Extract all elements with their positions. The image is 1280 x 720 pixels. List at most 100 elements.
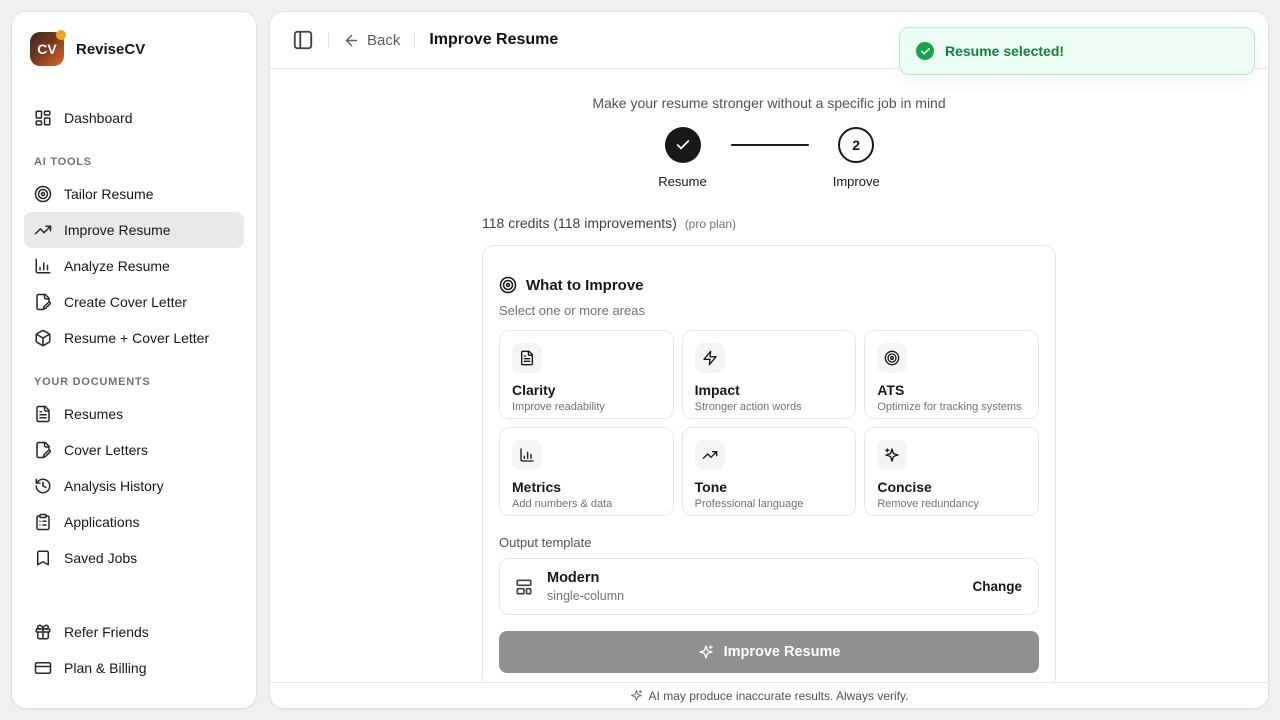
sidebar-item-refer-friends[interactable]: Refer Friends: [24, 614, 244, 650]
change-template-button[interactable]: Change: [972, 579, 1022, 594]
check-icon: [675, 137, 691, 153]
history-icon: [34, 477, 52, 495]
sparkles-icon: [698, 644, 714, 660]
main-content: Make your resume stronger without a spec…: [270, 69, 1268, 708]
sidebar-item-resumes[interactable]: Resumes: [24, 396, 244, 432]
sidebar-item-label: Analyze Resume: [64, 258, 170, 274]
credit-card-icon: [34, 659, 52, 677]
credits-row: 118 credits (118 improvements) (pro plan…: [482, 215, 1056, 231]
brand: CV ReviseCV: [24, 32, 244, 66]
sparkles-icon: [877, 440, 907, 470]
header-divider: [414, 32, 415, 48]
trending-up-icon: [34, 221, 52, 239]
card-title: What to Improve: [526, 277, 644, 294]
sidebar-item-label: Refer Friends: [64, 624, 149, 640]
sidebar-toggle-button[interactable]: [292, 29, 314, 51]
sidebar-item-analysis-history[interactable]: Analysis History: [24, 468, 244, 504]
trending-up-icon: [695, 440, 725, 470]
arrow-left-icon: [343, 32, 360, 49]
improve-options-grid: Clarity Improve readability Impact Stron…: [499, 330, 1039, 516]
section-label-ai-tools: AI TOOLS: [34, 156, 234, 168]
step-improve: 2 Improve: [833, 127, 880, 189]
plan-note: (pro plan): [685, 217, 736, 231]
sidebar-item-label: Plan & Billing: [64, 660, 147, 676]
option-ats[interactable]: ATS Optimize for tracking systems: [864, 330, 1039, 419]
improve-resume-button[interactable]: Improve Resume: [499, 631, 1039, 673]
option-desc: Improve readability: [512, 401, 661, 413]
section-label-your-documents: YOUR DOCUMENTS: [34, 376, 234, 388]
option-desc: Stronger action words: [695, 401, 844, 413]
option-desc: Remove redundancy: [877, 498, 1026, 510]
what-to-improve-card: What to Improve Select one or more areas…: [482, 245, 1056, 690]
sidebar-item-label: Dashboard: [64, 110, 133, 126]
sidebar-item-create-cover-letter[interactable]: Create Cover Letter: [24, 284, 244, 320]
sidebar-item-label: Tailor Resume: [64, 186, 153, 202]
option-title: Tone: [695, 479, 844, 495]
toast-notification: Resume selected!: [899, 27, 1255, 75]
sidebar: CV ReviseCV Dashboard AI TOOLS Tailor Re…: [12, 12, 256, 708]
main-panel: Back Improve Resume Make your resume str…: [270, 12, 1268, 708]
page-title: Improve Resume: [429, 31, 558, 49]
step-resume-circle: [665, 127, 701, 163]
step-resume-label: Resume: [658, 174, 706, 189]
gift-icon: [34, 623, 52, 641]
option-concise[interactable]: Concise Remove redundancy: [864, 427, 1039, 516]
sidebar-item-saved-jobs[interactable]: Saved Jobs: [24, 540, 244, 576]
sidebar-item-cover-letters[interactable]: Cover Letters: [24, 432, 244, 468]
header-divider: [328, 32, 329, 48]
option-desc: Add numbers & data: [512, 498, 661, 510]
template-info: Modern single-column: [547, 570, 624, 603]
ai-disclaimer-text: AI may produce inaccurate results. Alway…: [649, 689, 909, 703]
sidebar-item-applications[interactable]: Applications: [24, 504, 244, 540]
check-circle-icon: [916, 42, 934, 60]
sidebar-item-label: Saved Jobs: [64, 550, 137, 566]
option-metrics[interactable]: Metrics Add numbers & data: [499, 427, 674, 516]
sidebar-item-label: Analysis History: [64, 478, 164, 494]
output-template-label: Output template: [499, 535, 1039, 550]
option-impact[interactable]: Impact Stronger action words: [682, 330, 857, 419]
sidebar-item-label: Create Cover Letter: [64, 294, 187, 310]
sidebar-item-tailor-resume[interactable]: Tailor Resume: [24, 176, 244, 212]
stepper: Resume 2 Improve: [658, 127, 879, 189]
file-text-icon: [512, 343, 542, 373]
sparkles-icon: [630, 689, 643, 702]
sidebar-item-plan-billing[interactable]: Plan & Billing: [24, 650, 244, 686]
back-label: Back: [367, 32, 400, 49]
sidebar-item-dashboard[interactable]: Dashboard: [24, 100, 244, 136]
option-clarity[interactable]: Clarity Improve readability: [499, 330, 674, 419]
option-title: ATS: [877, 382, 1026, 398]
file-text-icon: [34, 405, 52, 423]
step-improve-circle: 2: [838, 127, 874, 163]
sidebar-item-label: Resumes: [64, 406, 123, 422]
template-type: single-column: [547, 589, 624, 603]
step-resume: Resume: [658, 127, 706, 189]
sidebar-item-resume-cover-letter[interactable]: Resume + Cover Letter: [24, 320, 244, 356]
sidebar-bottom-nav: Refer Friends Plan & Billing: [24, 614, 244, 686]
brand-name: ReviseCV: [76, 41, 145, 58]
toast-message: Resume selected!: [945, 43, 1064, 59]
option-title: Metrics: [512, 479, 661, 495]
template-name: Modern: [547, 570, 624, 586]
credits-text: 118 credits (118 improvements): [482, 215, 677, 231]
template-row: Modern single-column Change: [499, 558, 1039, 615]
option-title: Impact: [695, 382, 844, 398]
step-connector: [731, 144, 809, 146]
revisecv-logo: CV: [30, 32, 64, 66]
sidebar-item-analyze-resume[interactable]: Analyze Resume: [24, 248, 244, 284]
option-desc: Optimize for tracking systems: [877, 401, 1026, 413]
sidebar-item-label: Cover Letters: [64, 442, 148, 458]
target-icon: [34, 185, 52, 203]
bookmark-icon: [34, 549, 52, 567]
option-tone[interactable]: Tone Professional language: [682, 427, 857, 516]
option-title: Clarity: [512, 382, 661, 398]
sidebar-item-label: Applications: [64, 514, 140, 530]
logo-dot: [56, 30, 66, 40]
card-header: What to Improve: [499, 276, 1039, 294]
back-button[interactable]: Back: [343, 32, 400, 49]
target-icon: [499, 276, 517, 294]
step-number: 2: [852, 137, 860, 153]
sidebar-item-improve-resume[interactable]: Improve Resume: [24, 212, 244, 248]
logo-text: CV: [37, 41, 56, 57]
bar-chart-icon: [512, 440, 542, 470]
dashboard-grid-icon: [34, 109, 52, 127]
